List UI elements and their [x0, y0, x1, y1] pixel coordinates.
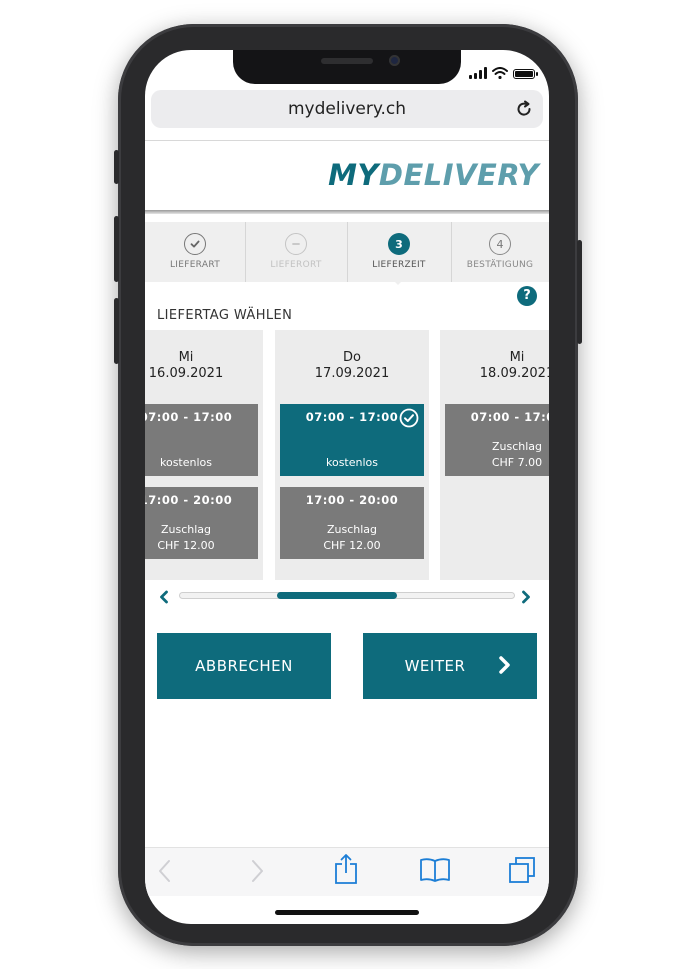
section-title: LIEFERTAG WÄHLEN [157, 308, 293, 323]
chevron-left-icon[interactable] [155, 856, 175, 886]
day-column: Mi 18.09.2021 07:00 - 17:00 Zuschlag CHF… [440, 330, 549, 580]
slot-price: CHF 7.00 [491, 456, 543, 469]
slot-price: kostenlos [159, 456, 212, 469]
slot-price: kostenlos [325, 456, 378, 469]
slot-time: 17:00 - 20:00 [145, 493, 233, 507]
check-circle-icon [399, 408, 419, 428]
day-column: Do 17.09.2021 07:00 - 17:00 kostenlos 17… [275, 330, 429, 580]
step-number-badge: 3 [388, 233, 410, 255]
step-lieferort: LIEFERORT [245, 222, 348, 282]
active-step-pointer [391, 278, 405, 285]
day-name: Do [343, 350, 361, 365]
day-column: Mi 16.09.2021 07:00 - 17:00 kostenlos 17… [145, 330, 263, 580]
logo-delivery: DELIVERY [378, 158, 539, 192]
time-slot[interactable]: 17:00 - 20:00 Zuschlag CHF 12.00 [145, 487, 258, 559]
book-icon[interactable] [419, 857, 451, 883]
step-bestaetigung: 4 BESTÄTIGUNG [451, 222, 549, 282]
time-slot-selected[interactable]: 07:00 - 17:00 kostenlos [280, 404, 424, 476]
day-date: 18.09.2021 [479, 366, 549, 381]
chevron-right-icon[interactable] [247, 856, 267, 886]
mute-switch [114, 150, 119, 184]
progress-stepper: LIEFERART LIEFERORT 3 LIEFERZEIT 4 BESTÄ… [145, 222, 549, 282]
volume-up-button [114, 216, 119, 282]
chevron-left-icon[interactable] [157, 590, 171, 604]
brand-logo[interactable]: MYDELIVERY [328, 158, 539, 192]
cancel-button[interactable]: ABBRECHEN [157, 633, 331, 699]
logo-my: MY [328, 158, 379, 192]
slot-price: CHF 12.00 [157, 539, 215, 552]
scrollbar-thumb[interactable] [277, 592, 397, 599]
tabs-icon[interactable] [507, 855, 537, 885]
phone-screen: mydelivery.ch MYDELIVERY LIEFERART LIEFE… [145, 50, 549, 924]
chevron-right-icon [499, 656, 510, 674]
slot-price: CHF 12.00 [323, 539, 381, 552]
time-slot[interactable]: 07:00 - 17:00 Zuschlag CHF 7.00 [445, 404, 549, 476]
day-date: 17.09.2021 [314, 366, 390, 381]
status-bar-icons [469, 67, 538, 79]
next-button[interactable]: WEITER [363, 633, 537, 699]
slot-time: 17:00 - 20:00 [305, 493, 399, 507]
power-button [577, 240, 582, 344]
day-scrollbar[interactable] [179, 592, 515, 599]
step-lieferzeit[interactable]: 3 LIEFERZEIT [347, 222, 452, 282]
time-slot[interactable]: 17:00 - 20:00 Zuschlag CHF 12.00 [280, 487, 424, 559]
home-indicator[interactable] [275, 910, 419, 915]
reload-icon[interactable] [514, 99, 534, 119]
address-bar[interactable]: mydelivery.ch [151, 90, 543, 128]
front-camera [389, 55, 400, 66]
step-number-badge: 4 [489, 233, 511, 255]
slot-time: 07:00 - 17:00 [145, 410, 233, 424]
slot-surcharge-label: Zuschlag [491, 440, 543, 453]
battery-icon [513, 69, 538, 79]
time-slot[interactable]: 07:00 - 17:00 kostenlos [145, 404, 258, 476]
slot-surcharge-label: Zuschlag [326, 523, 378, 536]
signal-icon [469, 67, 487, 79]
step-label: BESTÄTIGUNG [466, 260, 534, 270]
check-icon [184, 233, 206, 255]
day-date: 16.09.2021 [148, 366, 224, 381]
volume-down-button [114, 298, 119, 364]
slot-time: 07:00 - 17:00 [470, 410, 549, 424]
step-lieferart[interactable]: LIEFERART [145, 222, 246, 282]
day-name: Mi [509, 350, 525, 365]
notch [233, 50, 461, 84]
help-icon[interactable]: ? [517, 286, 537, 306]
next-button-label: WEITER [404, 657, 466, 675]
step-label: LIEFERORT [270, 260, 322, 270]
share-icon[interactable] [333, 852, 359, 886]
step-label: LIEFERART [169, 260, 221, 270]
wifi-icon [492, 67, 508, 79]
chevron-right-icon[interactable] [519, 590, 533, 604]
slot-surcharge-label: Zuschlag [160, 523, 212, 536]
day-name: Mi [178, 350, 194, 365]
browser-toolbar [145, 847, 549, 896]
speaker-grille [321, 58, 373, 64]
step-label: LIEFERZEIT [372, 260, 426, 270]
url-text: mydelivery.ch [288, 99, 406, 119]
header-divider [145, 140, 549, 141]
minus-icon [285, 233, 307, 255]
header-shadow [145, 210, 549, 214]
